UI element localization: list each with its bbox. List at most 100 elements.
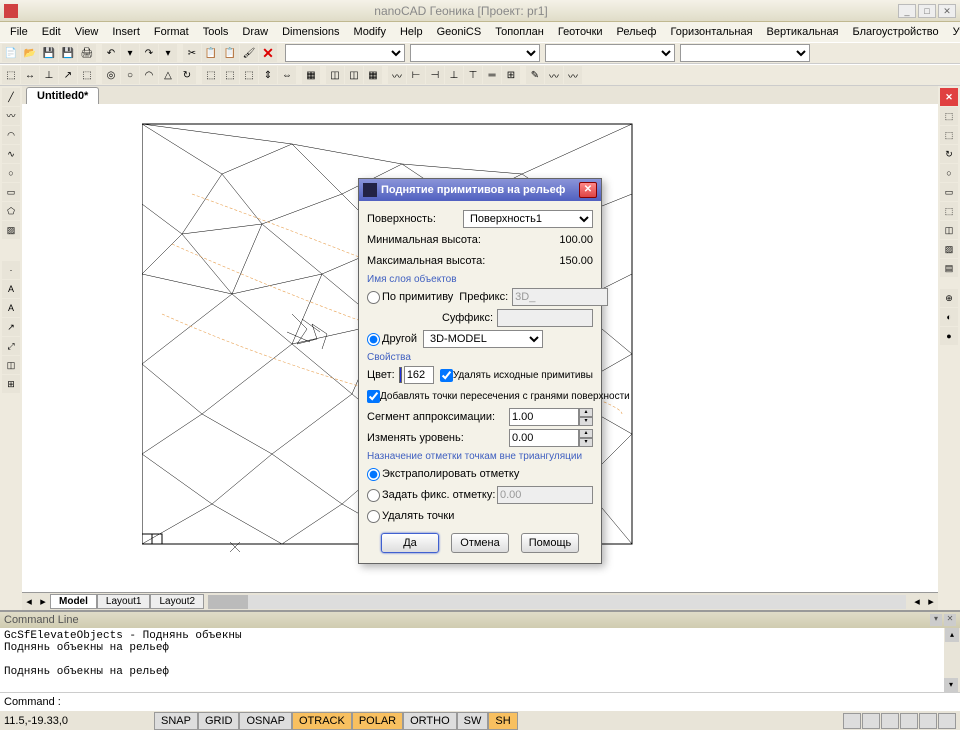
lt-block-icon[interactable]: ◫ [2, 356, 20, 374]
rt-6[interactable]: ⬚ [940, 202, 958, 220]
status-rb2[interactable] [862, 713, 880, 729]
layer-combo[interactable] [285, 44, 405, 62]
status-rb4[interactable] [900, 713, 918, 729]
other-layer-select[interactable]: 3D-MODEL [423, 330, 543, 348]
tb2-17[interactable]: ◫ [326, 66, 344, 84]
status-rb1[interactable] [843, 713, 861, 729]
redo-drop-icon[interactable]: ▾ [159, 44, 177, 62]
menu-geonics[interactable]: GeoniCS [431, 24, 488, 40]
menu-relief[interactable]: Рельеф [611, 24, 663, 40]
menu-draw[interactable]: Draw [236, 24, 274, 40]
tb2-25[interactable]: ═ [483, 66, 501, 84]
tab-nav-first[interactable]: ◂ [22, 595, 36, 608]
extrapolate-radio[interactable] [367, 468, 380, 481]
by-primitive-radio[interactable] [367, 291, 380, 304]
color-combo[interactable] [410, 44, 540, 62]
tb2-2[interactable]: ↔ [21, 66, 39, 84]
surface-select[interactable]: Поверхность1 [463, 210, 593, 228]
status-rb6[interactable] [938, 713, 956, 729]
match-icon[interactable]: 🖌 [240, 44, 258, 62]
hscroll-right[interactable]: ▸ [924, 595, 938, 608]
color-number-input[interactable] [404, 366, 434, 384]
status-otrack[interactable]: OTRACK [292, 712, 352, 730]
tb2-11[interactable]: ⬚ [202, 66, 220, 84]
other-layer-radio[interactable] [367, 333, 380, 346]
tb2-24[interactable]: ⊤ [464, 66, 482, 84]
lt-hatch-icon[interactable]: ▨ [2, 221, 20, 239]
rt-3[interactable]: ↻ [940, 145, 958, 163]
tb2-6[interactable]: ◎ [102, 66, 120, 84]
menu-vertical[interactable]: Вертикальная [761, 24, 845, 40]
level-input[interactable] [509, 429, 579, 447]
tb2-29[interactable]: 〰 [564, 66, 582, 84]
lt-mtext-icon[interactable]: A [2, 299, 20, 317]
rt-close-icon[interactable]: ✕ [940, 88, 958, 106]
rt-11[interactable]: ◐ [940, 308, 958, 326]
lt-poly-icon[interactable]: ⬠ [2, 202, 20, 220]
menu-topoplan[interactable]: Топоплан [489, 24, 550, 40]
tb2-12[interactable]: ⬚ [221, 66, 239, 84]
menu-view[interactable]: View [69, 24, 105, 40]
segment-up-icon[interactable]: ▴ [579, 408, 593, 417]
status-sh[interactable]: SH [488, 712, 517, 730]
status-polar[interactable]: POLAR [352, 712, 403, 730]
lt-point-icon[interactable]: · [2, 261, 20, 279]
menu-geopoints[interactable]: Геоточки [552, 24, 609, 40]
tb2-20[interactable]: 〰 [388, 66, 406, 84]
undo-icon[interactable]: ↶ [102, 44, 120, 62]
hscroll[interactable] [208, 595, 906, 609]
saveall-icon[interactable]: 💾 [59, 44, 77, 62]
menu-help[interactable]: Help [394, 24, 429, 40]
tb2-5[interactable]: ⬚ [78, 66, 96, 84]
cmd-vscroll[interactable]: ▴ ▾ [944, 628, 960, 692]
rt-10[interactable]: ⊕ [940, 289, 958, 307]
tb2-28[interactable]: 〰 [545, 66, 563, 84]
linetype-combo[interactable] [545, 44, 675, 62]
lineweight-combo[interactable] [680, 44, 810, 62]
level-up-icon[interactable]: ▴ [579, 429, 593, 438]
redo-icon[interactable]: ↷ [140, 44, 158, 62]
tb2-26[interactable]: ⊞ [502, 66, 520, 84]
menu-dimensions[interactable]: Dimensions [276, 24, 345, 40]
segment-down-icon[interactable]: ▾ [579, 417, 593, 426]
help-button[interactable]: Помощь [521, 533, 579, 553]
menu-utilities[interactable]: Утилиты [947, 24, 960, 40]
tb2-7[interactable]: ○ [121, 66, 139, 84]
tab-model[interactable]: Model [50, 594, 97, 609]
lt-pline-icon[interactable]: 〰 [2, 107, 20, 125]
menu-format[interactable]: Format [148, 24, 195, 40]
print-icon[interactable]: 🖨 [78, 44, 96, 62]
tb2-10[interactable]: ↻ [178, 66, 196, 84]
doc-tab[interactable]: Untitled0* [26, 87, 99, 104]
rt-1[interactable]: ⬚ [940, 107, 958, 125]
prefix-input[interactable] [512, 288, 608, 306]
tb2-15[interactable]: ⇔ [278, 66, 296, 84]
command-input[interactable]: Command : [0, 692, 960, 710]
maximize-button[interactable]: □ [918, 4, 936, 18]
rt-7[interactable]: ◫ [940, 221, 958, 239]
rt-5[interactable]: ▭ [940, 183, 958, 201]
rt-8[interactable]: ▨ [940, 240, 958, 258]
new-icon[interactable]: 📄 [2, 44, 20, 62]
lt-rect-icon[interactable]: ▭ [2, 183, 20, 201]
tb2-21[interactable]: ⊢ [407, 66, 425, 84]
open-icon[interactable]: 📂 [21, 44, 39, 62]
status-snap[interactable]: SNAP [154, 712, 198, 730]
lt-insert-icon[interactable]: ⊞ [2, 375, 20, 393]
tb2-1[interactable]: ⬚ [2, 66, 20, 84]
tb2-8[interactable]: ◠ [140, 66, 158, 84]
suffix-input[interactable] [497, 309, 593, 327]
lt-ray-icon[interactable]: ↗ [2, 318, 20, 336]
status-osnap[interactable]: OSNAP [239, 712, 292, 730]
segment-input[interactable] [509, 408, 579, 426]
status-grid[interactable]: GRID [198, 712, 240, 730]
cut-icon[interactable]: ✂ [183, 44, 201, 62]
vscroll-up-icon[interactable]: ▴ [945, 628, 959, 642]
tb2-22[interactable]: ⊣ [426, 66, 444, 84]
level-down-icon[interactable]: ▾ [579, 438, 593, 447]
fix-mark-radio[interactable] [367, 489, 380, 502]
fix-mark-input[interactable] [497, 486, 593, 504]
tb2-4[interactable]: ↗ [59, 66, 77, 84]
tb2-14[interactable]: ⇕ [259, 66, 277, 84]
add-intersections-checkbox[interactable] [367, 390, 380, 403]
